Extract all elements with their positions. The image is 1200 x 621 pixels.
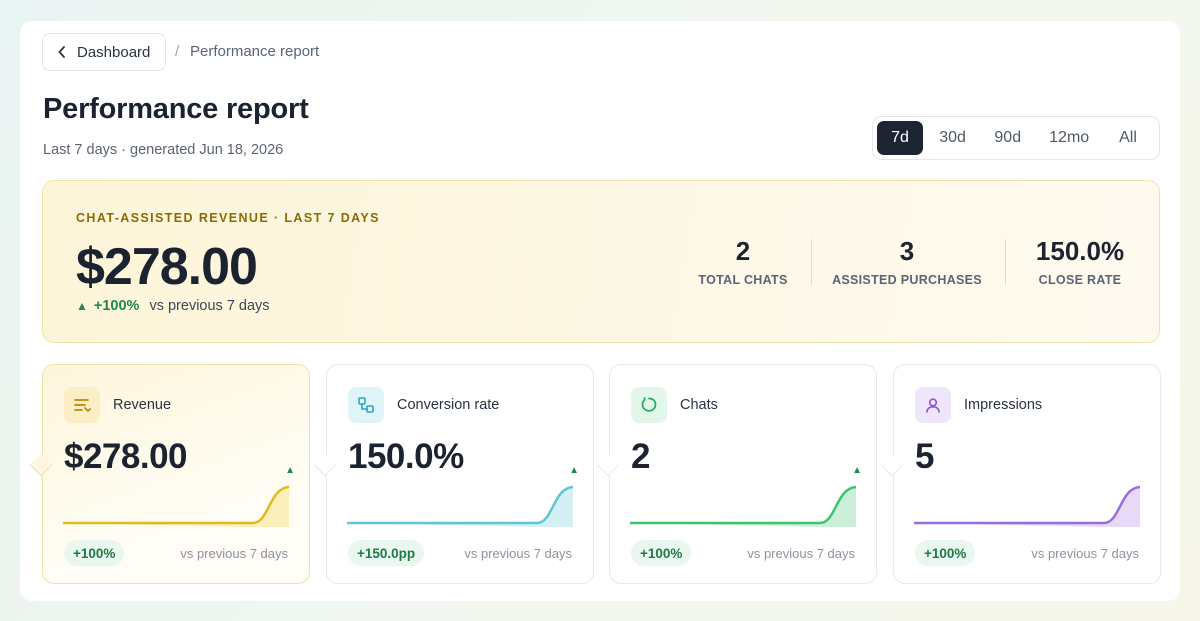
- breadcrumb-current: Performance report: [190, 43, 320, 60]
- metric-card-impressions[interactable]: Impressions 5 +100% vs previous 7 days: [880, 364, 1161, 584]
- receipt-lines-icon: [64, 387, 100, 423]
- card-label: Impressions: [964, 397, 1043, 413]
- hero-eyebrow: CHAT-ASSISTED REVENUE · LAST 7 DAYS: [76, 211, 380, 225]
- stat-divider: [811, 239, 812, 285]
- sparkline: [63, 485, 289, 527]
- range-all-button[interactable]: All: [1105, 121, 1151, 155]
- user-icon: [915, 387, 951, 423]
- card-notch: [880, 453, 904, 477]
- stat-value: 2: [735, 236, 751, 266]
- trend-up-icon: ▲: [852, 465, 862, 476]
- delta-badge: +150.0pp: [348, 540, 425, 566]
- delta-context: vs previous 7 days: [747, 546, 855, 561]
- delta-badge: +100%: [64, 540, 125, 566]
- hero-delta-context: vs previous 7 days: [149, 298, 270, 314]
- stat-value: 3: [899, 236, 915, 266]
- delta-badge: +100%: [631, 540, 692, 566]
- back-button-label: Dashboard: [77, 43, 151, 61]
- range-12mo-button[interactable]: 12mo: [1037, 121, 1101, 155]
- sparkline: [914, 485, 1140, 527]
- breadcrumb-separator: /: [175, 43, 180, 60]
- range-90d-button[interactable]: 90d: [982, 121, 1033, 155]
- card-label: Revenue: [113, 397, 172, 413]
- stat-close-rate: 150.0% CLOSE RATE: [1025, 236, 1135, 287]
- stat-total-chats: 2 TOTAL CHATS: [693, 236, 793, 287]
- page-title: Performance report: [43, 93, 309, 125]
- chat-bubble-icon: [631, 387, 667, 423]
- card-label: Chats: [680, 397, 718, 413]
- delta-context: vs previous 7 days: [464, 546, 572, 561]
- date-range-selector: 7d 30d 90d 12mo All: [872, 116, 1160, 160]
- metric-card-chats[interactable]: Chats 2 ▲ +100% vs previous 7 days: [596, 364, 877, 584]
- metric-card-revenue[interactable]: Revenue $278.00 ▲ +100% vs previous 7 da…: [29, 364, 310, 584]
- card-value: 2: [631, 437, 650, 476]
- stat-label: ASSISTED PURCHASES: [832, 273, 982, 287]
- sparkline: [347, 485, 573, 527]
- trend-up-icon: ▲: [285, 465, 295, 476]
- stat-label: TOTAL CHATS: [698, 273, 788, 287]
- card-value: $278.00: [64, 437, 188, 476]
- page-subtitle: Last 7 days · generated Jun 18, 2026: [43, 142, 284, 158]
- trend-up-icon: ▲: [76, 299, 88, 313]
- range-7d-button[interactable]: 7d: [877, 121, 923, 155]
- delta-context: vs previous 7 days: [180, 546, 288, 561]
- hero-delta-value: +100%: [93, 298, 140, 314]
- stat-assisted-purchases: 3 ASSISTED PURCHASES: [831, 236, 983, 287]
- card-notch: [29, 453, 53, 477]
- card-value: 5: [915, 437, 934, 476]
- chevron-left-icon: [57, 45, 67, 59]
- hero-value: $278.00: [76, 238, 258, 296]
- sparkline: [630, 485, 856, 527]
- delta-badge: +100%: [915, 540, 976, 566]
- stat-value: 150.0%: [1035, 236, 1125, 266]
- stat-divider: [1005, 239, 1006, 285]
- hero-delta: ▲ +100% vs previous 7 days: [76, 298, 270, 314]
- card-notch: [313, 453, 337, 477]
- range-30d-button[interactable]: 30d: [927, 121, 978, 155]
- card-value: 150.0%: [348, 437, 464, 476]
- back-to-dashboard-button[interactable]: Dashboard: [42, 33, 166, 71]
- conversion-icon: [348, 387, 384, 423]
- delta-context: vs previous 7 days: [1031, 546, 1139, 561]
- hero-summary: CHAT-ASSISTED REVENUE · LAST 7 DAYS $278…: [42, 180, 1160, 343]
- card-label: Conversion rate: [397, 397, 500, 413]
- trend-up-icon: ▲: [569, 465, 579, 476]
- report-panel: Dashboard / Performance report Performan…: [20, 21, 1180, 601]
- stat-label: CLOSE RATE: [1038, 273, 1122, 287]
- metric-card-conversion-rate[interactable]: Conversion rate 150.0% ▲ +150.0pp vs pre…: [313, 364, 594, 584]
- card-notch: [596, 453, 620, 477]
